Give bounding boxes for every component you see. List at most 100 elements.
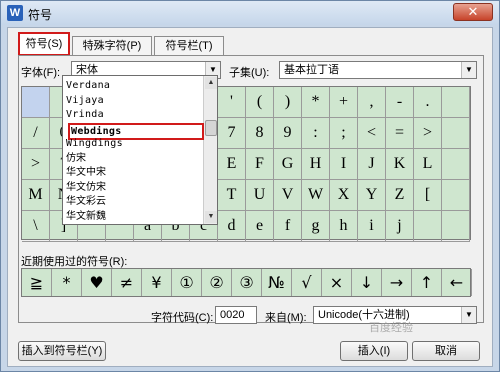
close-button[interactable]: ✕ <box>453 3 493 21</box>
chevron-down-icon[interactable]: ▼ <box>461 307 476 323</box>
chevron-down-icon[interactable]: ▼ <box>461 62 476 78</box>
recent-symbol[interactable]: ¥ <box>142 269 172 296</box>
symbol-cell[interactable]: I <box>330 149 358 180</box>
recent-symbols[interactable]: ≧ * ♥ ≠ ¥ ① ② ③ № √ × ↓ → ↑ ← <box>21 268 472 297</box>
symbol-cell[interactable]: g <box>302 211 330 242</box>
symbol-cell[interactable]: L <box>414 149 442 180</box>
recent-symbol[interactable]: ↓ <box>352 269 382 296</box>
symbol-cell[interactable]: [ <box>414 180 442 211</box>
symbol-cell[interactable]: + <box>330 87 358 118</box>
symbol-cell[interactable]: , <box>358 87 386 118</box>
symbol-cell[interactable] <box>442 211 470 242</box>
symbol-cell[interactable]: ( <box>246 87 274 118</box>
symbol-cell[interactable]: H <box>302 149 330 180</box>
symbol-cell[interactable] <box>414 211 442 242</box>
char-code-label: 字符代码(C): <box>151 312 214 324</box>
symbol-cell[interactable]: i <box>358 211 386 242</box>
symbol-cell[interactable]: T <box>218 180 246 211</box>
recent-symbol[interactable]: × <box>322 269 352 296</box>
symbol-cell[interactable]: 8 <box>246 118 274 149</box>
scroll-thumb[interactable] <box>205 120 217 136</box>
recent-symbol[interactable]: ♥ <box>82 269 112 296</box>
symbol-cell[interactable] <box>442 180 470 211</box>
symbol-cell[interactable]: j <box>386 211 414 242</box>
symbol-cell[interactable]: f <box>274 211 302 242</box>
tab-symbols[interactable]: 符号(S) <box>18 32 70 56</box>
subset-label: 子集(U): <box>229 67 270 79</box>
symbol-cell[interactable]: ) <box>274 87 302 118</box>
symbol-cell[interactable] <box>442 87 470 118</box>
symbol-cell[interactable]: > <box>414 118 442 149</box>
recent-symbol[interactable]: ≠ <box>112 269 142 296</box>
symbol-cell[interactable]: \ <box>22 211 50 242</box>
symbol-cell[interactable]: F <box>246 149 274 180</box>
font-dropdown-list[interactable]: ▲ ▼ Verdana Vijaya Vrinda Webdings Wingdings… <box>62 75 218 225</box>
symbol-cell[interactable] <box>442 118 470 149</box>
insert-to-symbol-bar-button[interactable]: 插入到符号栏(Y) <box>18 341 106 361</box>
font-option[interactable]: Verdana <box>66 79 110 93</box>
symbol-cell[interactable]: h <box>330 211 358 242</box>
subset-select-value: 基本拉丁语 <box>284 64 339 76</box>
symbol-cell[interactable]: d <box>218 211 246 242</box>
symbol-cell[interactable]: e <box>246 211 274 242</box>
symbol-cell[interactable]: : <box>302 118 330 149</box>
window-title: 符号 <box>28 8 53 22</box>
symbol-cell[interactable]: * <box>302 87 330 118</box>
font-option[interactable]: 仿宋 <box>66 152 86 166</box>
symbol-cell[interactable]: 9 <box>274 118 302 149</box>
recent-symbol[interactable]: ② <box>202 269 232 296</box>
symbol-cell[interactable]: M <box>22 180 50 211</box>
tab-symbol-bar[interactable]: 符号栏(T) <box>154 36 224 56</box>
recent-symbol[interactable]: ① <box>172 269 202 296</box>
symbol-cell[interactable]: G <box>274 149 302 180</box>
recent-symbol[interactable]: * <box>52 269 82 296</box>
recent-symbol[interactable]: ↑ <box>412 269 442 296</box>
recent-symbol[interactable]: № <box>262 269 292 296</box>
symbol-cell[interactable]: / <box>22 118 50 149</box>
symbol-cell[interactable]: V <box>274 180 302 211</box>
symbol-cell[interactable]: E <box>218 149 246 180</box>
symbol-cell[interactable]: ; <box>330 118 358 149</box>
font-option[interactable]: Wingdings <box>66 137 123 151</box>
symbol-cell[interactable]: > <box>22 149 50 180</box>
font-option[interactable]: 华文新魏 <box>66 210 106 224</box>
symbol-cell[interactable]: U <box>246 180 274 211</box>
recent-symbol[interactable]: ≧ <box>22 269 52 296</box>
symbol-cell[interactable]: = <box>386 118 414 149</box>
subset-select[interactable]: 基本拉丁语 ▼ <box>279 61 477 79</box>
font-option[interactable]: 华文彩云 <box>66 195 106 209</box>
font-option[interactable]: Vrinda <box>66 108 104 122</box>
dropdown-scrollbar[interactable]: ▲ ▼ <box>203 76 217 224</box>
font-option[interactable]: 华文中宋 <box>66 166 106 180</box>
symbol-cell[interactable]: 7 <box>218 118 246 149</box>
symbol-cell[interactable]: < <box>358 118 386 149</box>
wps-writer-icon: W <box>7 5 23 21</box>
symbol-cell[interactable]: K <box>386 149 414 180</box>
recent-symbol[interactable]: → <box>382 269 412 296</box>
recent-symbol[interactable]: √ <box>292 269 322 296</box>
watermark: 百度经验 <box>369 322 413 334</box>
recent-symbol[interactable]: ③ <box>232 269 262 296</box>
scroll-down-icon[interactable]: ▼ <box>205 211 217 223</box>
insert-button[interactable]: 插入(I) <box>340 341 408 361</box>
font-label: 字体(F): <box>21 67 61 79</box>
symbol-cell[interactable]: X <box>330 180 358 211</box>
symbol-cell[interactable] <box>22 87 50 118</box>
recent-symbol[interactable]: ← <box>442 269 472 296</box>
symbol-cell[interactable]: Y <box>358 180 386 211</box>
symbol-cell[interactable]: Z <box>386 180 414 211</box>
symbol-cell[interactable]: - <box>386 87 414 118</box>
symbol-cell[interactable]: ' <box>218 87 246 118</box>
tab-special-chars[interactable]: 特殊字符(P) <box>72 36 152 56</box>
font-option[interactable]: Vijaya <box>66 94 104 108</box>
scroll-up-icon[interactable]: ▲ <box>205 77 217 89</box>
font-option[interactable]: 华文仿宋 <box>66 181 106 195</box>
from-label: 来自(M): <box>265 312 307 324</box>
symbol-cell[interactable] <box>442 149 470 180</box>
char-code-input[interactable]: 0020 <box>215 306 257 324</box>
symbol-cell[interactable]: J <box>358 149 386 180</box>
symbol-dialog: W 符号 ✕ 符号(S) 特殊字符(P) 符号栏(T) 字体(F): 宋体 ▼ … <box>0 0 500 372</box>
cancel-button[interactable]: 取消 <box>412 341 480 361</box>
symbol-cell[interactable]: W <box>302 180 330 211</box>
symbol-cell[interactable]: . <box>414 87 442 118</box>
